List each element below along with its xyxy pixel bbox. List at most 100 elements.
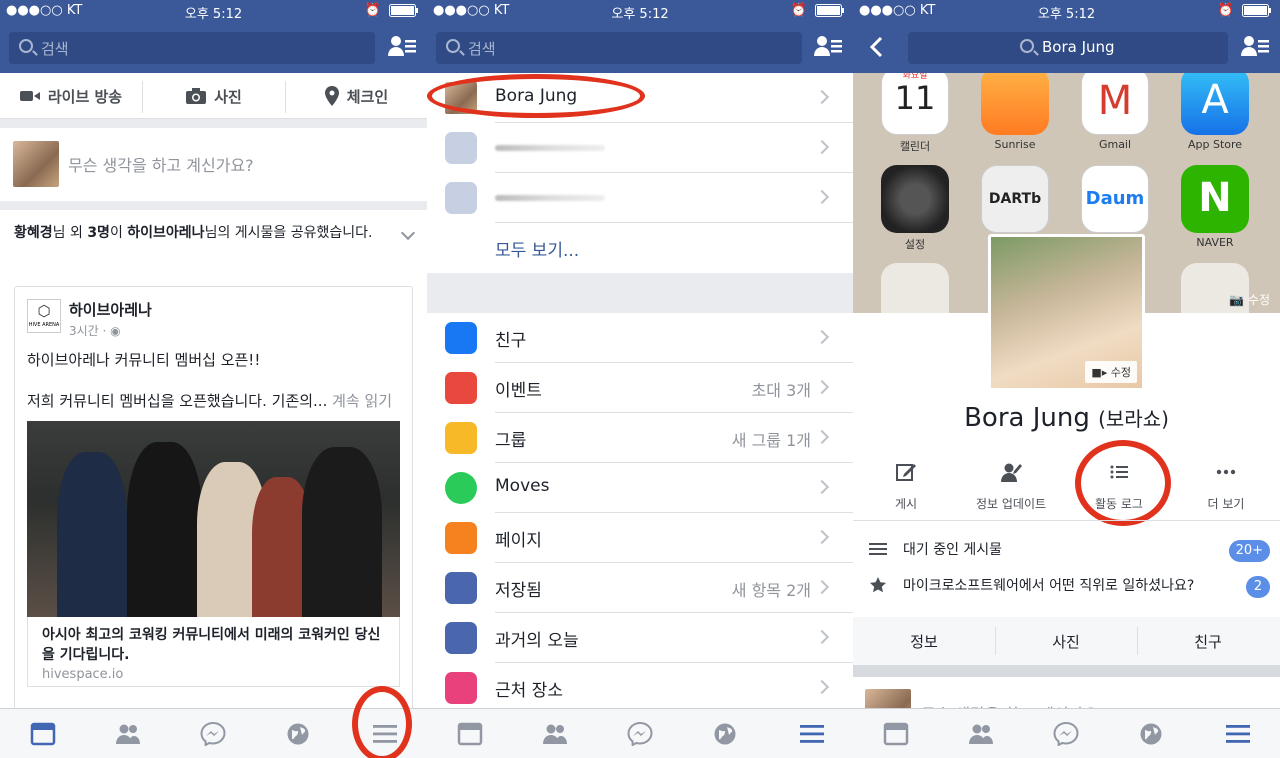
cover-edit-button[interactable]: 📷 수정 xyxy=(1229,291,1270,308)
menu-label: Moves xyxy=(495,476,550,496)
news-feed-tab-icon[interactable] xyxy=(883,722,909,746)
battery-icon xyxy=(389,4,418,17)
menu-tab-icon[interactable] xyxy=(1225,722,1251,746)
shortcut-item[interactable] xyxy=(427,173,853,223)
shared-post-card[interactable]: ⬡ HIVE ARENA 하이브아레나 3시간 · ◉ 하이브아레나 커뮤니티 … xyxy=(14,286,413,716)
checkin-button[interactable]: 체크인 xyxy=(286,73,427,119)
calendar-app-icon: 화요일 11 xyxy=(881,73,949,135)
highlight-circle xyxy=(427,74,645,118)
menu-label: 근처 장소 xyxy=(495,681,563,701)
others-count[interactable]: 3명 xyxy=(87,225,110,241)
tab-friends[interactable]: 친구 xyxy=(1137,631,1279,652)
groups-icon xyxy=(445,422,477,454)
question-row[interactable]: 마이크로소프트웨어에서 어떤 직위로 일하셨나요? 2 xyxy=(853,568,1280,604)
app-label: App Store xyxy=(1187,138,1243,151)
share-text: 님의 게시물을 공유했습니다. xyxy=(204,225,373,241)
person xyxy=(127,442,202,617)
alarm-icon: ⏰ xyxy=(364,3,381,18)
music-note-icon xyxy=(445,182,477,214)
news-feed-tab-icon[interactable] xyxy=(457,722,483,746)
status-time: 오후 5:12 xyxy=(184,7,243,22)
globe-tab-icon[interactable] xyxy=(1138,722,1164,746)
menu-badge: 초대 3개 xyxy=(751,381,811,400)
location-icon xyxy=(445,672,477,704)
avatar xyxy=(13,141,59,187)
photo-button[interactable]: 사진 xyxy=(143,73,285,119)
post-action-button[interactable]: 게시 xyxy=(856,455,956,512)
menu-screen: ●●●○○ KT 오후 5:12 ⏰ 검색 Bora Jung 모두 보기...… xyxy=(427,0,853,758)
sharer-name[interactable]: 황혜경 xyxy=(14,225,53,241)
app-label: Gmail xyxy=(1098,138,1132,151)
menu-item-pages[interactable]: 페이지 xyxy=(427,513,853,563)
camera-icon: 📷 xyxy=(1229,293,1245,307)
chevron-down-icon[interactable] xyxy=(400,225,416,241)
hexagon-logo-icon: ⬡ xyxy=(37,302,51,320)
live-video-button[interactable]: 라이브 방송 xyxy=(0,73,142,119)
share-text: 님 외 xyxy=(52,225,88,241)
status-bar: ●●●○○ KT 오후 5:12 ⏰ xyxy=(427,0,853,22)
globe-tab-icon[interactable] xyxy=(285,722,311,746)
more-label: 더 보기 xyxy=(1207,497,1245,511)
friend-requests-icon[interactable] xyxy=(387,34,417,60)
news-feed-tab-icon[interactable] xyxy=(30,722,56,746)
profile-picture[interactable]: ■▸ 수정 xyxy=(988,234,1145,391)
menu-item-on-this-day[interactable]: 과거의 오늘 xyxy=(427,613,853,663)
messenger-tab-icon[interactable] xyxy=(1053,722,1079,746)
menu-item-groups[interactable]: 그룹 새 그룹 1개 xyxy=(427,413,853,463)
search-bar[interactable]: 검색 xyxy=(436,32,802,64)
profile-pic-edit-button[interactable]: ■▸ 수정 xyxy=(1085,361,1137,383)
read-more-link[interactable]: 계속 읽기 xyxy=(332,392,392,410)
video-camera-icon xyxy=(19,91,40,101)
menu-item-events[interactable]: 이벤트 초대 3개 xyxy=(427,363,853,413)
question-label: 마이크로소프트웨어에서 어떤 직위로 일하셨나요? xyxy=(903,578,1195,594)
back-arrow-icon[interactable] xyxy=(869,36,883,58)
composer-actions: 라이브 방송 사진 체크인 xyxy=(0,73,427,119)
more-button[interactable]: 더 보기 xyxy=(1176,455,1276,512)
pencil-icon xyxy=(896,464,916,481)
menu-label: 그룹 xyxy=(495,431,527,451)
moves-icon xyxy=(445,472,477,504)
status-composer[interactable]: 무슨 생각을 하고 계신가요? xyxy=(0,128,427,201)
more-dots-icon xyxy=(1216,469,1236,475)
post-author[interactable]: 하이브아레나 xyxy=(69,299,152,320)
divider xyxy=(495,222,853,223)
star-icon xyxy=(870,577,886,593)
see-all-link[interactable]: 모두 보기... xyxy=(495,236,579,261)
search-bar[interactable]: 검색 xyxy=(9,32,375,64)
messenger-tab-icon[interactable] xyxy=(627,722,653,746)
naver-app-icon: N xyxy=(1181,165,1249,233)
app-label: 설정 xyxy=(904,238,926,251)
pending-posts-row[interactable]: 대기 중인 게시물 20+ xyxy=(853,532,1280,568)
menu-item-moves[interactable]: Moves xyxy=(427,463,853,513)
profile-name-text: Bora Jung xyxy=(964,403,1090,433)
post-time: 3시간 · xyxy=(69,324,111,338)
page-logo[interactable]: ⬡ HIVE ARENA xyxy=(27,299,61,333)
logo-text: HIVE ARENA xyxy=(28,322,60,328)
post-photo[interactable] xyxy=(27,421,400,617)
update-info-button[interactable]: 정보 업데이트 xyxy=(961,455,1061,512)
friends-tab-icon[interactable] xyxy=(542,722,568,746)
friends-tab-icon[interactable] xyxy=(115,722,141,746)
shortcut-item[interactable] xyxy=(427,123,853,173)
menu-label: 페이지 xyxy=(495,531,542,551)
menu-item-friends[interactable]: 친구 xyxy=(427,313,853,363)
chevron-right-icon xyxy=(814,329,830,345)
tab-photos[interactable]: 사진 xyxy=(995,631,1137,652)
page-name[interactable]: 하이브아레나 xyxy=(127,225,204,241)
battery-icon xyxy=(1242,4,1271,17)
friends-tab-icon[interactable] xyxy=(968,722,994,746)
friend-requests-icon[interactable] xyxy=(1240,34,1270,60)
friend-requests-icon[interactable] xyxy=(813,34,843,60)
globe-icon: ◉ xyxy=(110,324,121,338)
question-count-badge: 2 xyxy=(1246,576,1270,598)
share-summary: 황혜경님 외 3명이 하이브아레나님의 게시물을 공유했습니다. xyxy=(14,224,384,243)
search-bar[interactable]: Bora Jung xyxy=(908,32,1228,64)
menu-tab-icon[interactable] xyxy=(799,722,825,746)
battery-icon xyxy=(815,4,844,17)
link-preview[interactable]: 아시아 최고의 코워킹 커뮤니티에서 미래의 코워커인 당신을 기다립니다. h… xyxy=(27,617,400,687)
menu-item-nearby[interactable]: 근처 장소 xyxy=(427,663,853,713)
messenger-tab-icon[interactable] xyxy=(200,722,226,746)
tab-about[interactable]: 정보 xyxy=(853,631,995,652)
menu-item-saved[interactable]: 저장됨 새 항목 2개 xyxy=(427,563,853,613)
globe-tab-icon[interactable] xyxy=(712,722,738,746)
